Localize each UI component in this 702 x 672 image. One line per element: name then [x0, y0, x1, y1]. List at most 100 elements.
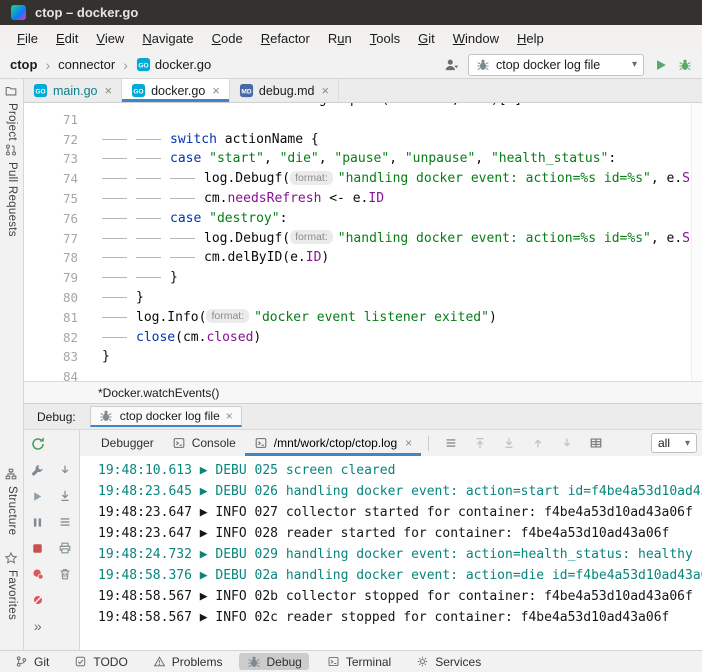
editor-code[interactable]: actionName := strings.Split(e.Status, ":…: [90, 103, 702, 381]
menu-view[interactable]: View: [87, 31, 133, 46]
code-line-76: case "destroy":: [102, 209, 702, 229]
debug-session-tab[interactable]: ctop docker log file ×: [90, 406, 242, 427]
code-line-75: cm.needsRefresh <- e.ID: [102, 189, 702, 209]
tab-whitespace: [170, 238, 195, 239]
star-icon: [4, 551, 19, 566]
breadcrumb-ctop[interactable]: ctop: [10, 57, 37, 72]
stop-button[interactable]: [30, 540, 46, 556]
editor-tab-main-go[interactable]: GOmain.go×: [24, 79, 122, 102]
toolbar-right: ctop docker log file ▾: [444, 54, 692, 76]
editor-scrollbar[interactable]: [691, 103, 702, 381]
tab-label: debug.md: [259, 84, 315, 98]
tab-close-icon[interactable]: ×: [212, 83, 220, 98]
restore-layout-button[interactable]: [57, 514, 73, 530]
print-console-button[interactable]: [57, 540, 73, 556]
menu-edit[interactable]: Edit: [47, 31, 87, 46]
editor-tab-debug-md[interactable]: MD debug.md ×: [230, 79, 339, 102]
console-tab-debugger[interactable]: Debugger: [92, 430, 163, 456]
tab-whitespace: [170, 178, 195, 179]
stripe-item-favorites[interactable]: Favorites: [0, 551, 23, 566]
console-icon: [254, 436, 269, 451]
statusbar-item-problems[interactable]: Problems: [145, 653, 230, 670]
tab-whitespace: [102, 257, 127, 258]
tab-whitespace: [102, 317, 127, 318]
line-number: 72: [24, 130, 78, 150]
tab-label: docker.go: [151, 84, 205, 98]
console-tab-mnt-work-ctop-ctop-log[interactable]: /mnt/work/ctop/ctop.log×: [245, 430, 421, 456]
menu-tools[interactable]: Tools: [361, 31, 409, 46]
scroll-to-end-button[interactable]: [57, 488, 73, 504]
edit-configuration-button[interactable]: [30, 462, 46, 478]
code-line-77: log.Debugf(format:"handling docker event…: [102, 229, 702, 249]
editor-gutter[interactable]: 7172737475767778798081828384: [24, 103, 90, 381]
statusbar-item-label: TODO: [93, 655, 127, 669]
menu-file[interactable]: File: [8, 31, 47, 46]
table-view-icon[interactable]: [588, 436, 603, 451]
breadcrumb-connector[interactable]: connector: [58, 57, 115, 72]
menu-window[interactable]: Window: [444, 31, 508, 46]
menu-code[interactable]: Code: [203, 31, 252, 46]
method-breadcrumb[interactable]: *Docker.watchEvents(): [98, 386, 219, 400]
problems-icon: [152, 654, 167, 669]
editor-tab-bar: GOmain.go×GOdocker.go×MDdebug.md×: [24, 79, 702, 103]
statusbar-item-todo[interactable]: TODO: [66, 653, 134, 670]
scroll-down-button[interactable]: [57, 462, 73, 478]
statusbar-item-label: Services: [435, 655, 481, 669]
tab-close-icon[interactable]: ×: [405, 436, 412, 450]
mute-breakpoints-button[interactable]: [30, 592, 46, 608]
statusbar-item-terminal[interactable]: Terminal: [319, 653, 398, 670]
view-options-icon[interactable]: [443, 436, 458, 451]
more-actions-button[interactable]: »: [30, 618, 46, 634]
session-bug-icon: [99, 409, 114, 424]
code-line-72: switch actionName {: [102, 130, 702, 150]
tab-close-icon[interactable]: ×: [322, 83, 330, 98]
statusbar-item-git[interactable]: Git: [7, 653, 56, 670]
menu-run[interactable]: Run: [319, 31, 361, 46]
clear-console-button[interactable]: [57, 566, 73, 582]
menu-git[interactable]: Git: [409, 31, 444, 46]
log-filter-select[interactable]: all ▾: [651, 433, 697, 453]
scroll-to-end-icon[interactable]: [501, 436, 516, 451]
run-button[interactable]: [653, 57, 668, 72]
statusbar-item-label: Git: [34, 655, 49, 669]
stripe-item-project[interactable]: Project: [0, 84, 23, 99]
menu-help[interactable]: Help: [508, 31, 553, 46]
editor-scroll: 7172737475767778798081828384 actionName …: [24, 103, 702, 381]
run-config-value: ctop docker log file: [496, 58, 600, 72]
next-message-icon[interactable]: [559, 436, 574, 451]
tab-close-icon[interactable]: ×: [104, 83, 112, 98]
menu-refactor[interactable]: Refactor: [252, 31, 319, 46]
user-dropdown-icon[interactable]: [444, 57, 459, 72]
run-config-bug-icon: [475, 57, 490, 72]
tab-whitespace: [136, 277, 161, 278]
editor-tab-docker-go[interactable]: GOdocker.go×: [122, 79, 230, 102]
editor[interactable]: 7172737475767778798081828384 actionName …: [24, 103, 702, 381]
tab-whitespace: [136, 238, 161, 239]
stripe-item-pull-requests[interactable]: Pull Requests: [0, 143, 23, 158]
resume-button[interactable]: [30, 488, 46, 504]
code-line-80: }: [102, 288, 702, 308]
breadcrumb-separator-icon: ›: [45, 57, 50, 73]
statusbar-item-services[interactable]: Services: [408, 653, 488, 670]
md-file-icon: MD: [239, 83, 254, 98]
pause-button[interactable]: [30, 514, 46, 530]
menu-navigate[interactable]: Navigate: [133, 31, 202, 46]
tab-whitespace: [136, 158, 161, 159]
stripe-item-structure[interactable]: Structure: [0, 467, 23, 482]
prev-message-icon[interactable]: [530, 436, 545, 451]
log-line: 19:48:23.647 ▶ INFO 028 reader started f…: [98, 523, 702, 544]
tab-whitespace: [102, 218, 127, 219]
console-tab-console[interactable]: Console: [163, 430, 245, 456]
log-filter-value: all: [658, 436, 670, 450]
caret-down-icon: ▾: [685, 438, 690, 449]
debug-button[interactable]: [677, 57, 692, 72]
run-config-select[interactable]: ctop docker log file ▾: [468, 54, 644, 76]
tab-whitespace: [102, 158, 127, 159]
rerun-button[interactable]: [30, 436, 46, 452]
view-breakpoints-button[interactable]: [30, 566, 46, 582]
session-tab-close-icon[interactable]: ×: [226, 409, 233, 423]
breadcrumb-docker-go[interactable]: docker.go: [155, 57, 211, 72]
console-log[interactable]: 19:48:10.613 ▶ DEBU 025 screen cleared19…: [80, 456, 702, 650]
statusbar-item-debug[interactable]: Debug: [239, 653, 308, 670]
scroll-to-top-icon[interactable]: [472, 436, 487, 451]
